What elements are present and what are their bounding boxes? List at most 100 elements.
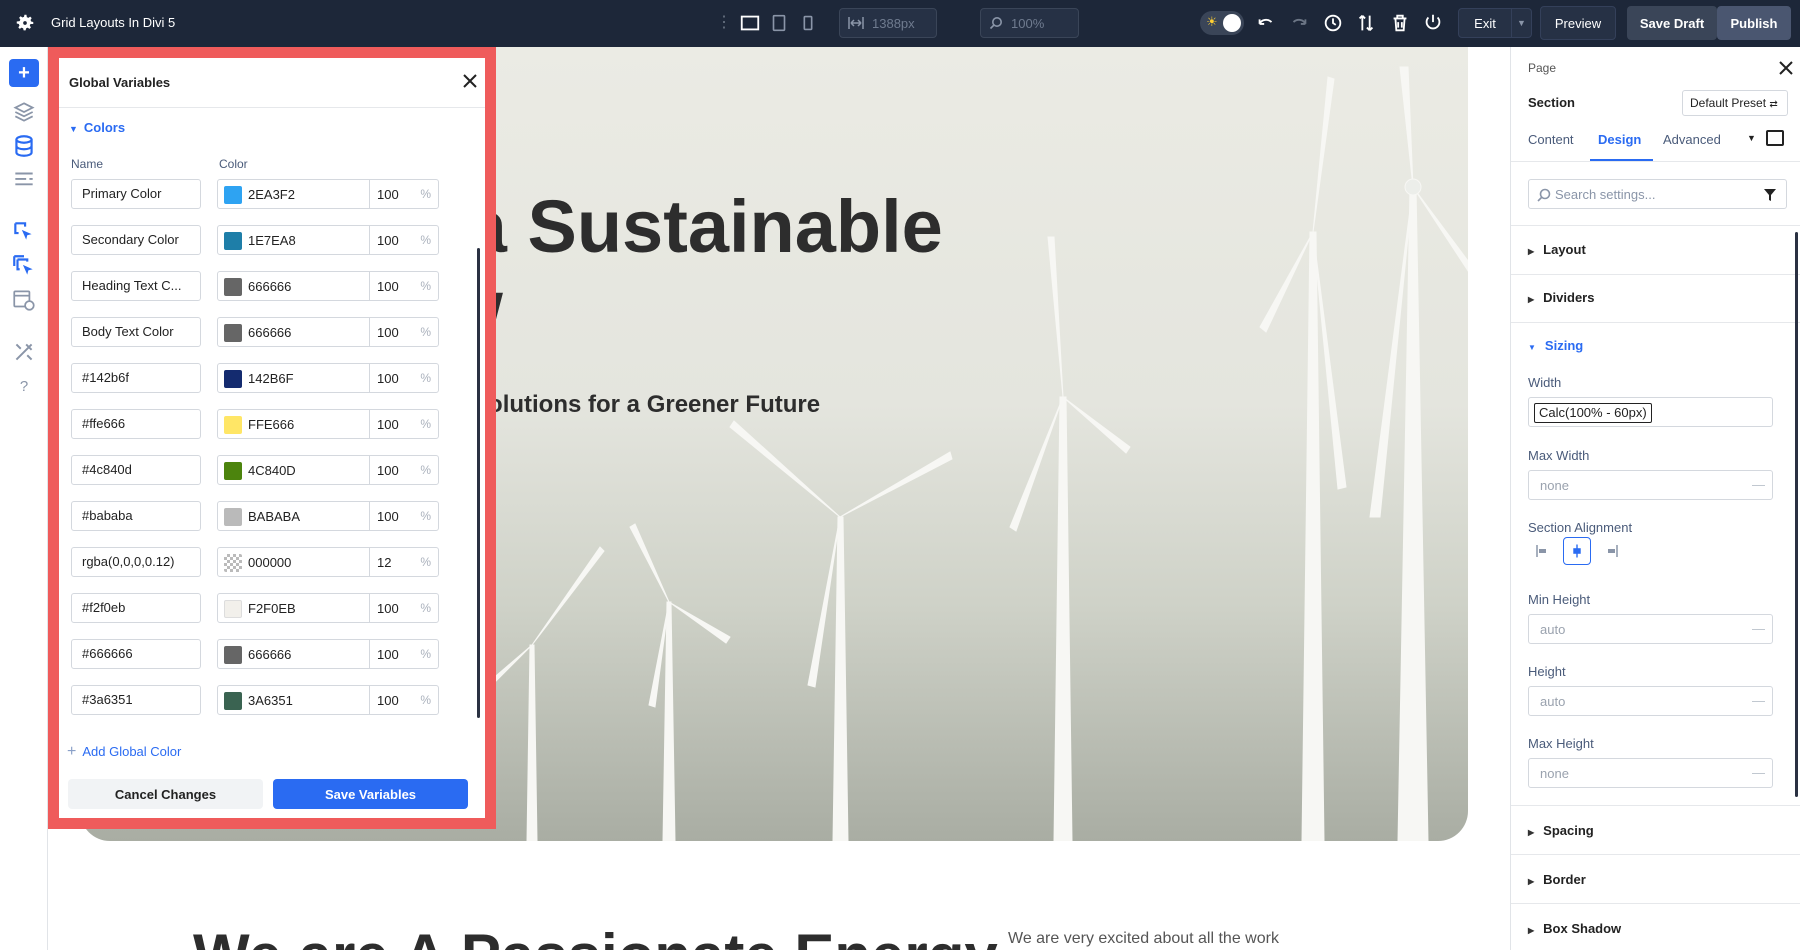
variable-name-input[interactable]: #f2f0eb [71,593,201,623]
color-swatch[interactable] [224,462,242,480]
opacity-input[interactable]: 100% [369,225,439,255]
page-settings-icon[interactable] [11,287,37,313]
group-layout[interactable]: ▶Layout [1528,242,1586,257]
group-border[interactable]: ▶Border [1528,872,1586,887]
tab-content[interactable]: Content [1528,132,1574,147]
color-value-input[interactable]: 000000 [217,547,370,577]
tab-design[interactable]: Design [1598,132,1641,147]
save-variables-button[interactable]: Save Variables [273,779,468,809]
variable-name-input[interactable]: #ffe666 [71,409,201,439]
align-right-icon[interactable] [1598,537,1626,565]
opacity-input[interactable]: 100% [369,501,439,531]
variable-name-input[interactable]: Primary Color [71,179,201,209]
width-input[interactable]: Calc(100% - 60px) [1528,397,1773,427]
gear-icon[interactable] [14,12,36,34]
add-element-button[interactable]: + [9,59,39,87]
redo-icon[interactable] [1288,12,1310,34]
panel-breadcrumb[interactable]: Page [1528,61,1556,75]
color-swatch[interactable] [224,232,242,250]
portability-icon[interactable] [1355,12,1377,34]
color-swatch[interactable] [224,600,242,618]
group-dividers[interactable]: ▶Dividers [1528,290,1594,305]
color-swatch[interactable] [224,646,242,664]
variable-name-input[interactable]: Secondary Color [71,225,201,255]
color-value-input[interactable]: FFE666 [217,409,370,439]
color-swatch[interactable] [224,692,242,710]
color-value-input[interactable]: 666666 [217,271,370,301]
opacity-input[interactable]: 100% [369,363,439,393]
opacity-input[interactable]: 100% [369,593,439,623]
close-icon[interactable] [1778,60,1794,76]
color-swatch[interactable] [224,508,242,526]
theme-toggle[interactable]: ☀ [1200,11,1244,35]
color-swatch[interactable] [224,186,242,204]
close-icon[interactable] [461,72,479,90]
undo-icon[interactable] [1255,12,1277,34]
tabs-more-chevron-icon[interactable]: ▼ [1747,133,1756,143]
opacity-input[interactable]: 100% [369,179,439,209]
color-swatch[interactable] [224,370,242,388]
database-icon[interactable] [11,133,37,159]
color-value-input[interactable]: 142B6F [217,363,370,393]
filter-icon[interactable] [1761,186,1779,204]
variable-name-input[interactable]: #666666 [71,639,201,669]
preview-button[interactable]: Preview [1540,6,1616,40]
group-sizing[interactable]: ▼Sizing [1528,338,1583,353]
color-value-input[interactable]: 666666 [217,317,370,347]
settings-search-input[interactable]: Search settings... [1528,179,1787,209]
tools-icon[interactable] [11,339,37,365]
tablet-icon[interactable] [768,12,790,34]
save-draft-button[interactable]: Save Draft [1627,6,1717,40]
publish-button[interactable]: Publish [1717,6,1791,40]
color-swatch[interactable] [224,416,242,434]
history-icon[interactable] [1322,12,1344,34]
phone-icon[interactable] [797,12,819,34]
click-select-icon[interactable] [11,219,37,245]
zoom-readout[interactable]: 100% [980,8,1079,38]
colors-section-toggle[interactable]: ▼Colors [69,120,125,135]
color-swatch[interactable] [224,278,242,296]
desktop-icon[interactable] [739,12,761,34]
align-left-icon[interactable] [1528,537,1556,565]
color-swatch[interactable] [224,554,242,572]
cancel-changes-button[interactable]: Cancel Changes [68,779,263,809]
opacity-input[interactable]: 100% [369,317,439,347]
align-center-icon[interactable] [1563,537,1591,565]
exit-button[interactable]: Exit [1458,8,1512,38]
group-box-shadow[interactable]: ▶Box Shadow [1528,921,1621,936]
layout-list-icon[interactable] [11,167,37,193]
preset-select[interactable]: Default Preset ⇄ [1682,90,1788,116]
add-global-color-button[interactable]: +Add Global Color [67,743,181,761]
variable-name-input[interactable]: #142b6f [71,363,201,393]
modal-scrollbar[interactable] [477,248,480,718]
height-input[interactable]: auto— [1528,686,1773,716]
layers-icon[interactable] [11,99,37,125]
group-spacing[interactable]: ▶Spacing [1528,823,1594,838]
multi-select-icon[interactable] [11,253,37,279]
color-value-input[interactable]: 2EA3F2 [217,179,370,209]
color-value-input[interactable]: 1E7EA8 [217,225,370,255]
variable-name-input[interactable]: rgba(0,0,0,0.12) [71,547,201,577]
color-value-input[interactable]: 666666 [217,639,370,669]
variable-name-input[interactable]: #4c840d [71,455,201,485]
opacity-input[interactable]: 100% [369,685,439,715]
min-height-input[interactable]: auto— [1528,614,1773,644]
opacity-input[interactable]: 100% [369,455,439,485]
color-value-input[interactable]: BABABA [217,501,370,531]
opacity-input[interactable]: 12% [369,547,439,577]
responsive-view-icon[interactable] [1766,130,1784,146]
power-icon[interactable] [1422,12,1444,34]
variable-name-input[interactable]: #3a6351 [71,685,201,715]
exit-dropdown-chevron-icon[interactable]: ▼ [1512,8,1532,38]
variable-name-input[interactable]: #bababa [71,501,201,531]
variable-name-input[interactable]: Body Text Color [71,317,201,347]
opacity-input[interactable]: 100% [369,409,439,439]
opacity-input[interactable]: 100% [369,271,439,301]
drag-handle-icon[interactable]: ⋮ [716,12,731,32]
help-icon[interactable]: ? [11,373,37,399]
tab-advanced[interactable]: Advanced [1663,132,1721,147]
trash-icon[interactable] [1389,12,1411,34]
width-readout[interactable]: 1388px [839,8,937,38]
panel-scrollbar[interactable] [1795,232,1798,797]
color-swatch[interactable] [224,324,242,342]
